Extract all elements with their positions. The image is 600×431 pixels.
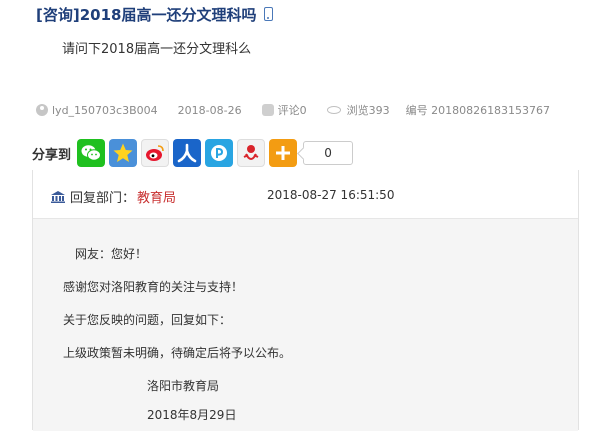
share-weibo-button[interactable]: [141, 139, 170, 167]
meta-comments-text: 评论0: [277, 104, 307, 117]
question-title-row: [咨询]2018届高一还分文理科吗: [36, 3, 274, 25]
reply-intro: 关于您反映的问题，回复如下：: [63, 313, 232, 327]
meta-user-name: lyd_150703c3B004: [52, 103, 158, 117]
reply-department-name[interactable]: 教育局: [137, 187, 176, 206]
reply-signature: 洛阳市教育局: [147, 379, 220, 393]
plus-icon: [276, 146, 291, 160]
share-mop-button[interactable]: [237, 139, 266, 167]
reply-department: 回复部门： 教育局: [51, 187, 176, 206]
share-count: 0: [303, 141, 354, 165]
reply-content: 上级政策暂未明确，待确定后将予以公布。: [63, 346, 292, 360]
meta-views: 浏览393: [326, 102, 390, 118]
share-more-button[interactable]: [269, 139, 298, 167]
eye-icon: [326, 106, 341, 114]
reply-greeting: 网友：您好！: [75, 247, 148, 261]
share-label: 分享到: [32, 147, 72, 163]
meta-comments[interactable]: 评论0: [261, 102, 307, 118]
meta-date: 2018-08-26: [177, 103, 242, 117]
reply-panel: 回复部门： 教育局 2018-08-27 16:51:50 网友：您好！ 感谢您…: [32, 170, 579, 431]
reply-header: 回复部门： 教育局 2018-08-27 16:51:50: [33, 170, 578, 218]
reply-body: 网友：您好！ 感谢您对洛阳教育的关注与支持！ 关于您反映的问题，回复如下： 上级…: [33, 218, 578, 431]
reply-sign-date: 2018年8月29日: [147, 408, 237, 422]
share-wechat-button[interactable]: [77, 139, 106, 167]
mop-icon: [243, 145, 259, 160]
share-qzone-button[interactable]: [109, 139, 138, 167]
reply-department-label: 回复部门：: [70, 191, 136, 206]
question-title: [咨询]2018届高一还分文理科吗: [36, 5, 257, 24]
meta-views-text: 浏览393: [346, 104, 390, 117]
meta-row: lyd_150703c3B004 2018-08-26 评论0 浏览393 编号…: [36, 101, 550, 119]
mobile-icon[interactable]: [264, 7, 274, 21]
wechat-icon: [81, 145, 102, 161]
question-body: 请问下2018届高一还分文理科么: [62, 42, 252, 57]
share-bar: 分享到 0: [32, 138, 354, 168]
meta-user: lyd_150703c3B004: [36, 104, 158, 117]
renren-icon: [177, 143, 197, 163]
share-renren-button[interactable]: [173, 139, 202, 167]
user-icon: [36, 104, 48, 116]
share-pengyou-button[interactable]: [205, 139, 234, 167]
meta-serial: 编号 20180826183153767: [405, 104, 551, 117]
star-icon: [113, 143, 133, 162]
reply-thanks: 感谢您对洛阳教育的关注与支持！: [63, 280, 244, 294]
weibo-icon: [146, 145, 164, 161]
department-icon: [51, 190, 65, 203]
comment-icon: [261, 104, 274, 116]
reply-time: 2018-08-27 16:51:50: [267, 188, 395, 202]
pengyou-icon: [211, 145, 228, 161]
